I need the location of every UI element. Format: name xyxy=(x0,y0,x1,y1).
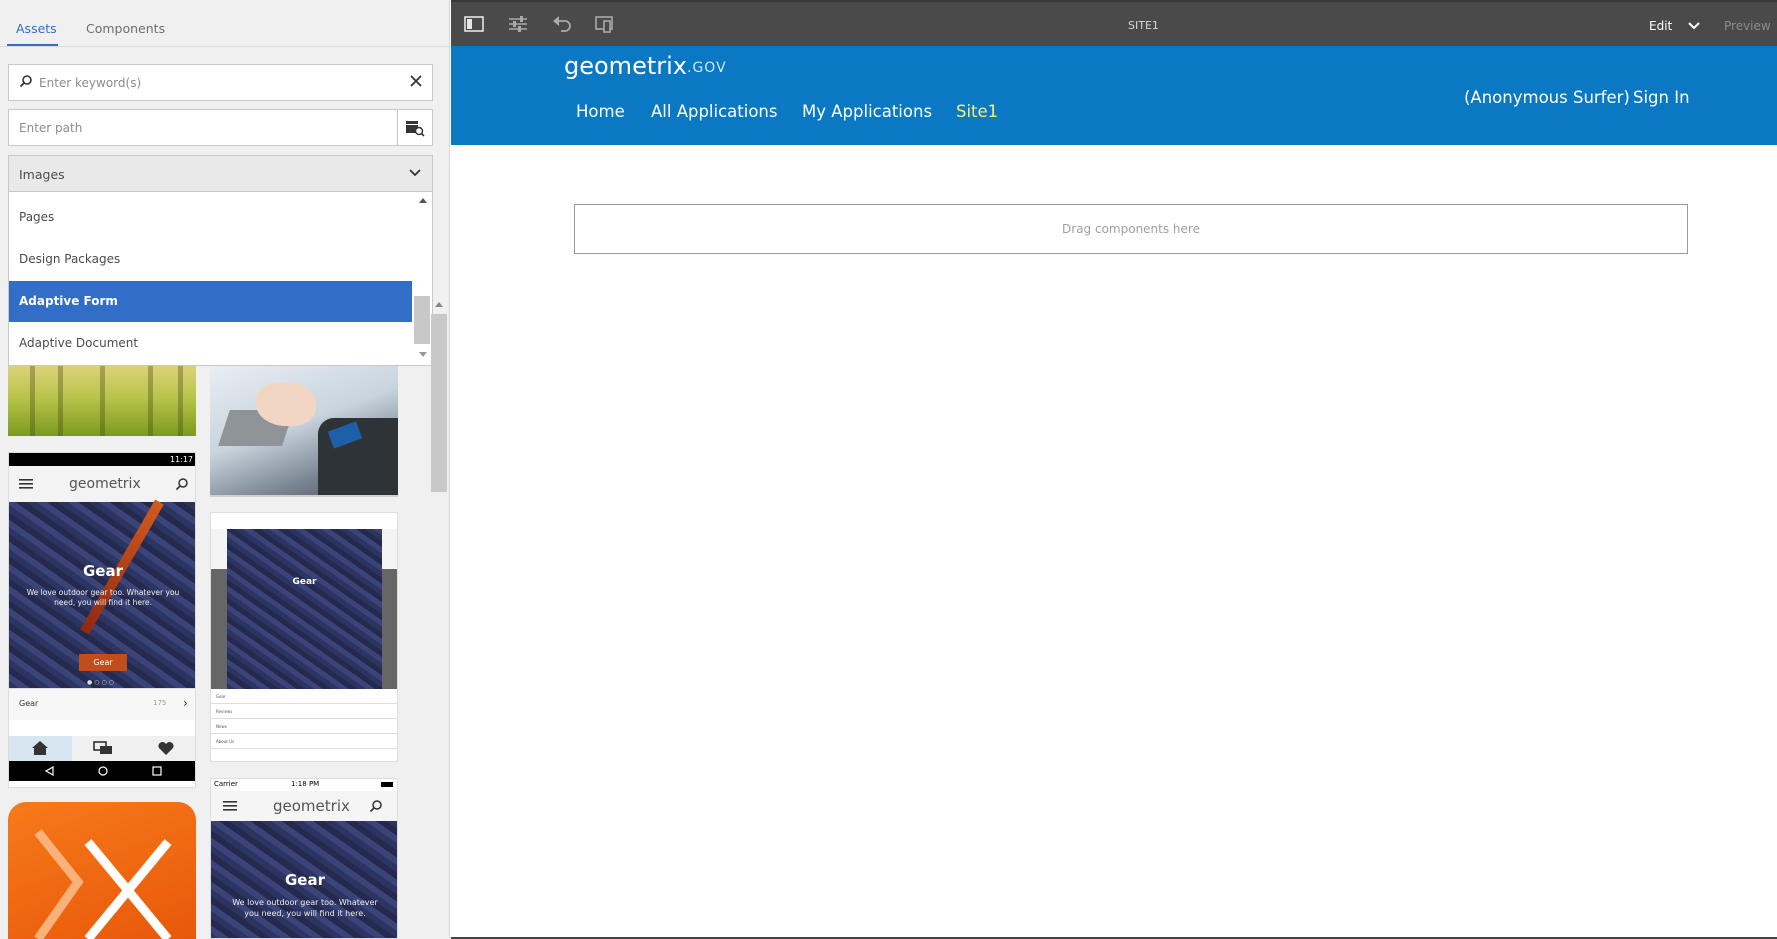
active-tab-indicator xyxy=(7,44,58,46)
phone-logo: geometrix xyxy=(69,476,141,492)
asset-iphone-mockup[interactable]: Carrier 1:18 PM geometrix Gear We love o… xyxy=(210,778,398,939)
option-design-packages[interactable]: Design Packages xyxy=(9,239,412,280)
tab-components[interactable]: Components xyxy=(86,21,165,36)
nav-home[interactable]: Home xyxy=(576,102,625,121)
nav-my-applications[interactable]: My Applications xyxy=(802,102,932,121)
menu-icon xyxy=(19,479,33,489)
row-count: 175 xyxy=(153,699,167,707)
path-field[interactable]: Enter path xyxy=(8,109,433,146)
asset-list-scroll-thumb[interactable] xyxy=(431,314,447,492)
x-logo-icon xyxy=(34,829,172,939)
asset-list-scrollbar[interactable] xyxy=(431,296,447,492)
asset-type-selected: Images xyxy=(19,167,65,182)
site-logo[interactable]: geometrix xyxy=(564,52,687,80)
mockup-list: Gear Reviews News About Us xyxy=(211,689,397,761)
clear-icon[interactable] xyxy=(409,74,423,88)
phone-carrier: Carrier xyxy=(214,780,238,788)
user-name: (Anonymous Surfer) xyxy=(1464,88,1630,107)
phone-logo: geometrix xyxy=(273,797,350,815)
site-header: geometrix .GOV Home All Applications My … xyxy=(451,46,1777,145)
undo-icon[interactable] xyxy=(552,15,572,33)
list-item: Reviews xyxy=(211,704,397,719)
home-icon xyxy=(32,741,48,755)
heart-icon xyxy=(158,741,174,755)
panel-tabs: Assets Components xyxy=(0,0,449,47)
keyword-search-field[interactable]: Enter keyword(s) xyxy=(8,64,433,101)
search-icon xyxy=(175,478,188,491)
search-icon xyxy=(19,75,32,88)
scroll-down-arrow[interactable] xyxy=(419,352,427,357)
component-drop-zone[interactable]: Drag components here xyxy=(574,204,1688,254)
option-adaptive-document[interactable]: Adaptive Document xyxy=(9,323,412,364)
editor-toolbar: SITE1 Edit Preview xyxy=(451,0,1777,46)
dropdown-scrollbar[interactable] xyxy=(412,192,432,366)
chat-icon xyxy=(93,741,112,754)
folder-search-icon xyxy=(406,120,425,137)
scroll-up-arrow[interactable] xyxy=(419,198,427,203)
home-circle-icon xyxy=(98,766,108,776)
menu-icon xyxy=(223,801,237,811)
path-placeholder: Enter path xyxy=(19,121,83,135)
sign-in-link[interactable]: Sign In xyxy=(1633,88,1690,107)
row-label: Gear xyxy=(19,699,39,708)
hero-title: Gear xyxy=(82,562,123,580)
dropdown-scroll-thumb[interactable] xyxy=(414,296,430,344)
drop-zone-label: Drag components here xyxy=(1062,222,1200,236)
nav-all-applications[interactable]: All Applications xyxy=(651,102,778,121)
asset-type-select[interactable]: Images xyxy=(8,155,433,192)
toggle-side-panel-icon[interactable] xyxy=(464,15,484,33)
keyword-search-placeholder: Enter keyword(s) xyxy=(39,76,142,90)
asset-type-dropdown: Pages Design Packages Adaptive Form Adap… xyxy=(8,192,433,366)
chevron-right-icon: › xyxy=(183,696,188,710)
phone-status-time: 1:18 PM xyxy=(291,780,320,788)
list-item: Gear xyxy=(211,689,397,704)
properties-icon[interactable] xyxy=(508,15,528,33)
asset-x-logo-image[interactable] xyxy=(8,802,196,939)
path-browse-button[interactable] xyxy=(397,110,432,145)
hero-button: Gear xyxy=(79,654,127,671)
chevron-down-icon xyxy=(409,169,421,177)
asset-forest-image[interactable] xyxy=(8,366,196,436)
asset-laptop-image[interactable] xyxy=(210,366,398,497)
tab-assets[interactable]: Assets xyxy=(16,21,57,36)
page-title: SITE1 xyxy=(1128,19,1159,32)
emulator-icon[interactable] xyxy=(595,15,615,33)
asset-android-mockup[interactable]: 11:17 geometrix Gear We love outdoor gea… xyxy=(8,452,196,788)
chevron-down-icon[interactable] xyxy=(1687,20,1701,32)
asset-ios-tablet-mockup[interactable]: Gear Gear Reviews News About Us xyxy=(210,512,398,762)
back-icon xyxy=(45,766,54,776)
battery-icon xyxy=(381,782,393,787)
site-logo-suffix: .GOV xyxy=(687,60,727,76)
option-adaptive-form[interactable]: Adaptive Form xyxy=(9,281,412,322)
nav-site1[interactable]: Site1 xyxy=(956,102,998,121)
hero-text: We love outdoor gear too. Whatever you n… xyxy=(26,588,180,607)
option-pages[interactable]: Pages xyxy=(9,197,412,238)
list-item: About Us xyxy=(211,734,397,749)
phone-status-time: 11:17 xyxy=(9,453,195,466)
hero-title: Gear xyxy=(284,871,325,889)
recents-icon xyxy=(152,766,162,776)
preview-button[interactable]: Preview xyxy=(1724,19,1771,33)
hero-text: We love outdoor gear too. Whatever you n… xyxy=(232,898,378,918)
mode-selector[interactable]: Edit xyxy=(1649,19,1672,33)
scroll-up-arrow[interactable] xyxy=(435,302,443,307)
list-item: News xyxy=(211,719,397,734)
search-icon xyxy=(369,800,382,813)
carousel-dots: ●○○○ xyxy=(87,679,116,686)
hero-title: Gear xyxy=(292,577,317,587)
side-panel: Assets Components Enter keyword(s) Enter… xyxy=(0,0,450,939)
